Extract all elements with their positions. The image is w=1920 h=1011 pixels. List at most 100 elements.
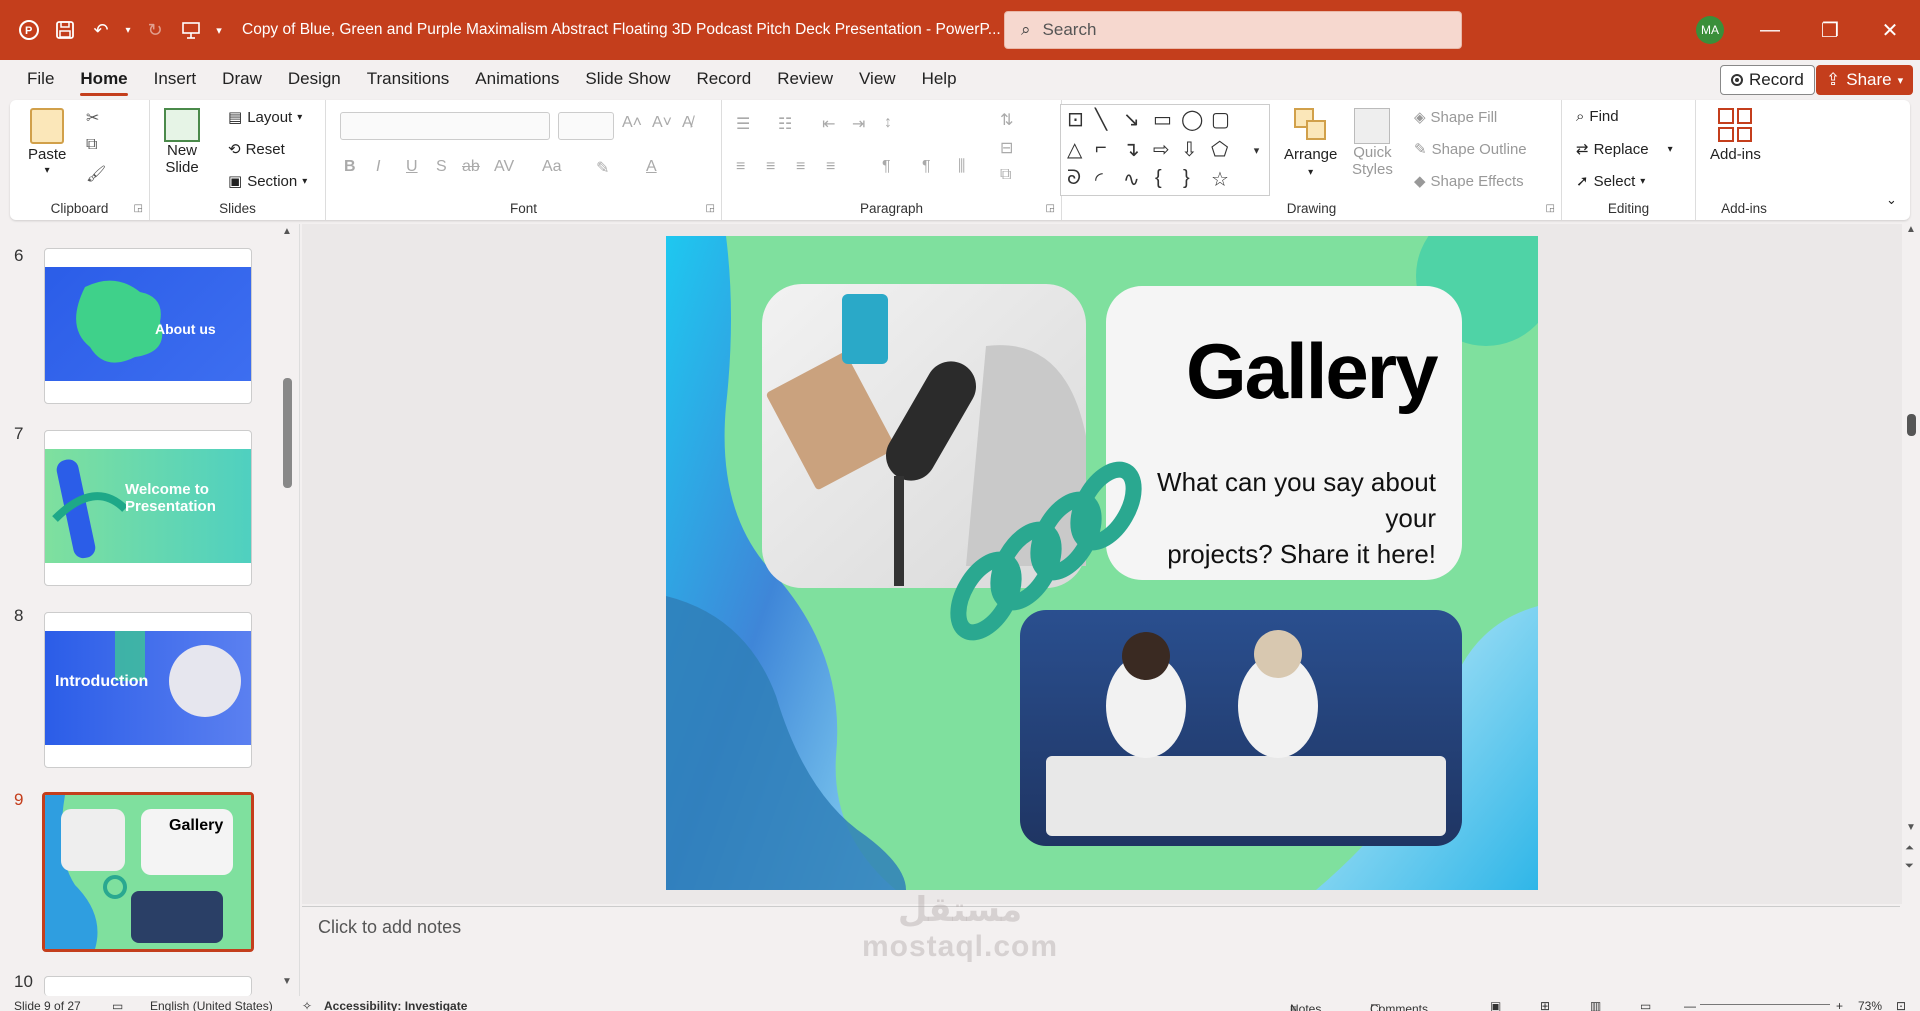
curve-shape-icon[interactable]: ∿ (1123, 167, 1140, 192)
align-text-icon[interactable]: ⊟ (1000, 138, 1013, 158)
align-right-icon[interactable]: ≡ (796, 158, 805, 176)
redo-icon[interactable]: ↻ (140, 15, 170, 45)
scroll-up-icon[interactable]: ▲ (282, 226, 292, 237)
tab-draw[interactable]: Draw (209, 60, 275, 98)
right-brace-shape-icon[interactable]: } (1183, 167, 1190, 190)
slide-thumbnail-selected[interactable]: Gallery (42, 792, 254, 952)
tab-insert[interactable]: Insert (141, 60, 210, 98)
line-shape-icon[interactable]: ╲ (1095, 107, 1107, 132)
bullets-icon[interactable]: ☰ (736, 114, 750, 134)
tab-file[interactable]: File (14, 60, 67, 98)
normal-view-icon[interactable]: ▣ (1490, 999, 1501, 1011)
dialog-launcher-icon[interactable]: ◲ (1546, 203, 1555, 214)
slide-scrollbar[interactable]: ▲ ▼ ⏶ ⏷ (1902, 224, 1920, 896)
customize-qat-icon[interactable]: ▾ (212, 15, 226, 45)
slide-thumbnail[interactable]: About us (44, 248, 252, 404)
tab-review[interactable]: Review (764, 60, 846, 98)
decrease-indent-icon[interactable]: ⇤ (822, 114, 835, 134)
pentagon-shape-icon[interactable]: ⬠ (1211, 137, 1228, 162)
reading-view-icon[interactable]: ▥ (1590, 999, 1601, 1011)
slide-thumbnail[interactable]: Introduction (44, 612, 252, 768)
undo-dropdown-icon[interactable]: ▾ (122, 15, 134, 45)
collapse-ribbon-icon[interactable]: ⌄ (1886, 192, 1897, 208)
cut-icon[interactable]: ✂ (86, 108, 99, 128)
tab-help[interactable]: Help (909, 60, 970, 98)
share-button[interactable]: ⇪ Share ▾ (1816, 65, 1914, 95)
slideshow-icon[interactable]: ▭ (1640, 999, 1651, 1011)
left-brace-shape-icon[interactable]: { (1155, 167, 1162, 190)
tab-home[interactable]: Home (67, 60, 140, 98)
justify-icon[interactable]: ≡ (826, 158, 835, 176)
clear-formatting-icon[interactable]: A̸ (682, 114, 693, 132)
zoom-level[interactable]: 73% (1858, 999, 1882, 1011)
new-slide-button[interactable]: New Slide (164, 108, 200, 176)
accessibility-status[interactable]: Accessibility: Investigate (324, 999, 467, 1011)
ltr-icon[interactable]: ¶ (882, 158, 891, 176)
avatar[interactable]: MA (1696, 16, 1724, 44)
dialog-launcher-icon[interactable]: ◲ (706, 203, 715, 214)
decrease-font-icon[interactable]: A˅ (652, 114, 672, 132)
align-left-icon[interactable]: ≡ (736, 158, 745, 176)
font-family-select[interactable] (340, 112, 550, 140)
triangle-shape-icon[interactable]: △ (1067, 137, 1082, 162)
text-direction-icon[interactable]: ⇅ (1000, 110, 1013, 130)
shape-effects-button[interactable]: ◆ Shape Effects (1414, 172, 1524, 191)
more-shapes-icon[interactable]: ▾ (1244, 104, 1270, 196)
arc-shape-icon[interactable]: ◜ (1095, 167, 1103, 192)
shape-fill-button[interactable]: ◈ Shape Fill (1414, 108, 1497, 127)
star-shape-icon[interactable]: ☆ (1211, 167, 1229, 192)
format-painter-icon[interactable]: 🖌 (86, 164, 106, 184)
scroll-up-icon[interactable]: ▲ (1906, 224, 1916, 235)
change-case-icon[interactable]: Aa (542, 158, 562, 176)
thumbnail-scrollbar[interactable] (283, 378, 292, 488)
zoom-out-icon[interactable]: — (1684, 999, 1696, 1011)
oval-shape-icon[interactable]: ◯ (1181, 107, 1203, 132)
layout-button[interactable]: ▤ Layout ▾ (228, 108, 302, 127)
fit-to-window-icon[interactable]: ⊡ (1896, 999, 1906, 1011)
undo-icon[interactable]: ↶ (86, 15, 116, 45)
rounded-rect-shape-icon[interactable]: ▢ (1211, 107, 1230, 132)
tab-view[interactable]: View (846, 60, 909, 98)
highlight-icon[interactable]: ✎ (596, 158, 609, 178)
arrange-button[interactable]: Arrange ▾ (1284, 108, 1337, 178)
language[interactable]: English (United States) (150, 999, 273, 1011)
record-button[interactable]: Record (1720, 65, 1815, 95)
underline-icon[interactable]: U (406, 158, 418, 176)
strikethrough-icon[interactable]: ab (462, 158, 480, 176)
next-slide-icon[interactable]: ⏷ (1905, 860, 1914, 873)
replace-button[interactable]: ⇄ Replace ▾ (1576, 140, 1673, 159)
reset-button[interactable]: ⟲ Reset (228, 140, 285, 159)
tab-transitions[interactable]: Transitions (354, 60, 463, 98)
slide-canvas[interactable]: Gallery What can you say about your proj… (666, 236, 1538, 890)
scroll-down-icon[interactable]: ▼ (282, 976, 292, 987)
italic-icon[interactable]: I (376, 158, 380, 176)
bold-icon[interactable]: B (344, 158, 356, 176)
elbow-arrow-icon[interactable]: ↴ (1123, 137, 1140, 162)
shadow-icon[interactable]: S (436, 158, 447, 176)
dialog-launcher-icon[interactable]: ◲ (1046, 203, 1055, 214)
freeform-shape-icon[interactable]: ᘐ (1067, 167, 1081, 190)
paste-button[interactable]: Paste ▾ (28, 108, 66, 176)
slide-title[interactable]: Gallery (1186, 326, 1439, 417)
scroll-thumb[interactable] (1907, 414, 1916, 436)
slide-body-text[interactable]: What can you say about your projects? Sh… (1136, 464, 1436, 572)
dialog-launcher-icon[interactable]: ◲ (134, 203, 143, 214)
zoom-slider[interactable] (1700, 1004, 1830, 1005)
slide-thumbnail[interactable]: Welcome to Presentation (44, 430, 252, 586)
tab-animations[interactable]: Animations (462, 60, 572, 98)
scroll-down-icon[interactable]: ▼ (1906, 822, 1916, 833)
columns-icon[interactable]: ⫼ (958, 158, 965, 176)
down-arrow-shape-icon[interactable]: ⇩ (1181, 137, 1198, 162)
notes-pane[interactable]: Click to add notes (302, 906, 1900, 996)
line-spacing-icon[interactable]: ↕ (884, 114, 892, 132)
increase-font-icon[interactable]: A˄ (622, 114, 642, 132)
numbering-icon[interactable]: ☷ (778, 114, 792, 134)
section-button[interactable]: ▣ Section ▾ (228, 172, 307, 191)
align-center-icon[interactable]: ≡ (766, 158, 775, 176)
char-spacing-icon[interactable]: AV (494, 158, 514, 176)
addins-button[interactable]: Add-ins (1710, 108, 1761, 163)
right-arrow-shape-icon[interactable]: ⇨ (1153, 137, 1170, 162)
tab-record[interactable]: Record (683, 60, 764, 98)
shapes-gallery[interactable]: ⊡ ╲ ↘ ▭ ◯ ▢ △ ⌐ ↴ ⇨ ⇩ ⬠ ᘐ ◜ ∿ { } ☆ (1060, 104, 1246, 196)
slide-thumbnail[interactable] (44, 976, 252, 996)
